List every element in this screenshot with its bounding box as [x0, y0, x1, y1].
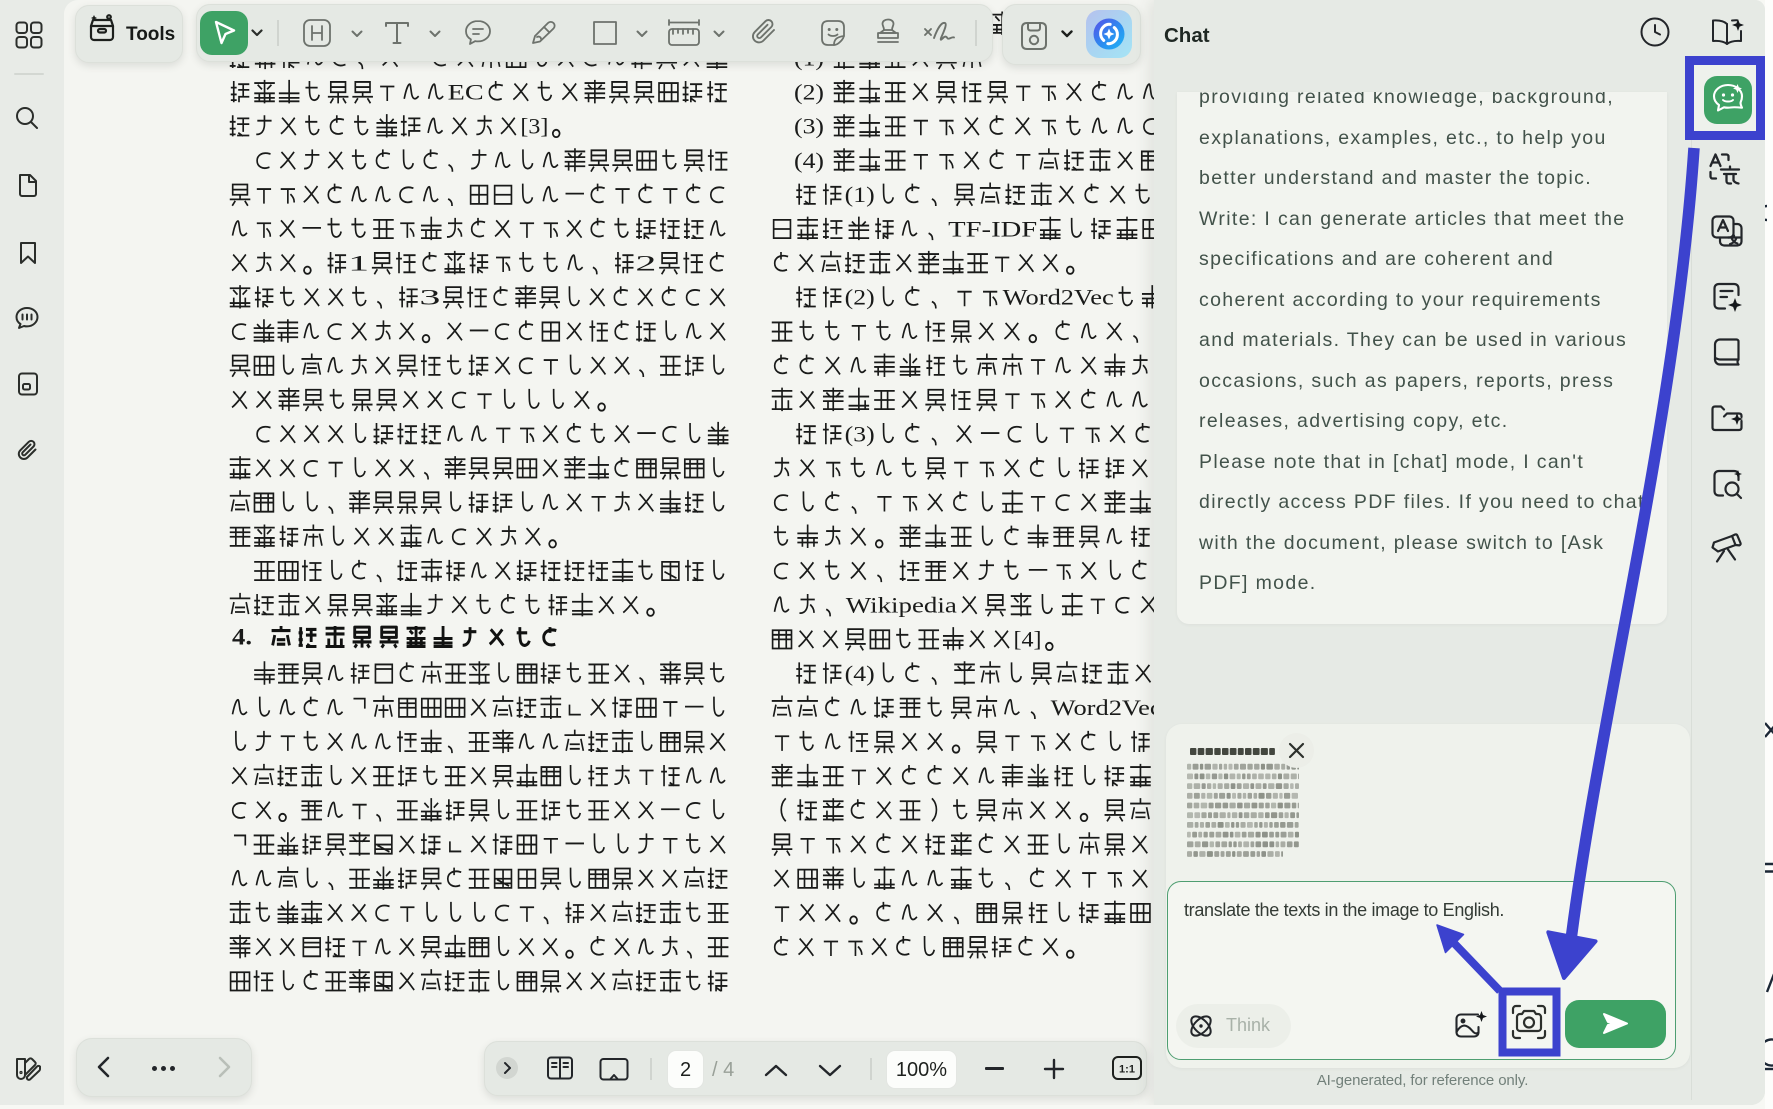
svg-text:TF-IDF: TF-IDF: [948, 216, 1037, 241]
svg-text:Wikipedia: Wikipedia: [846, 593, 957, 618]
svg-text:[3]: [3]: [520, 114, 548, 139]
svg-text:1: 1: [348, 251, 369, 276]
svg-text:(1): (1): [845, 182, 875, 207]
svg-text:EC: EC: [448, 80, 484, 105]
svg-text:2: 2: [635, 251, 656, 276]
svg-text:(4): (4): [845, 661, 875, 686]
svg-text:(2): (2): [845, 285, 875, 310]
svg-text:Word2Vec: Word2Vec: [1003, 285, 1114, 310]
svg-text:(3): (3): [845, 422, 875, 447]
svg-text:3: 3: [419, 285, 440, 310]
svg-text:[4]: [4]: [1014, 627, 1042, 652]
svg-text:(2): (2): [794, 80, 824, 105]
svg-text:(4): (4): [794, 148, 824, 173]
svg-text:4.: 4.: [232, 625, 252, 650]
svg-text:(3): (3): [794, 114, 824, 139]
svg-text:1:1: 1:1: [1119, 1064, 1135, 1076]
svg-text:Word2Vec: Word2Vec: [1051, 695, 1162, 720]
